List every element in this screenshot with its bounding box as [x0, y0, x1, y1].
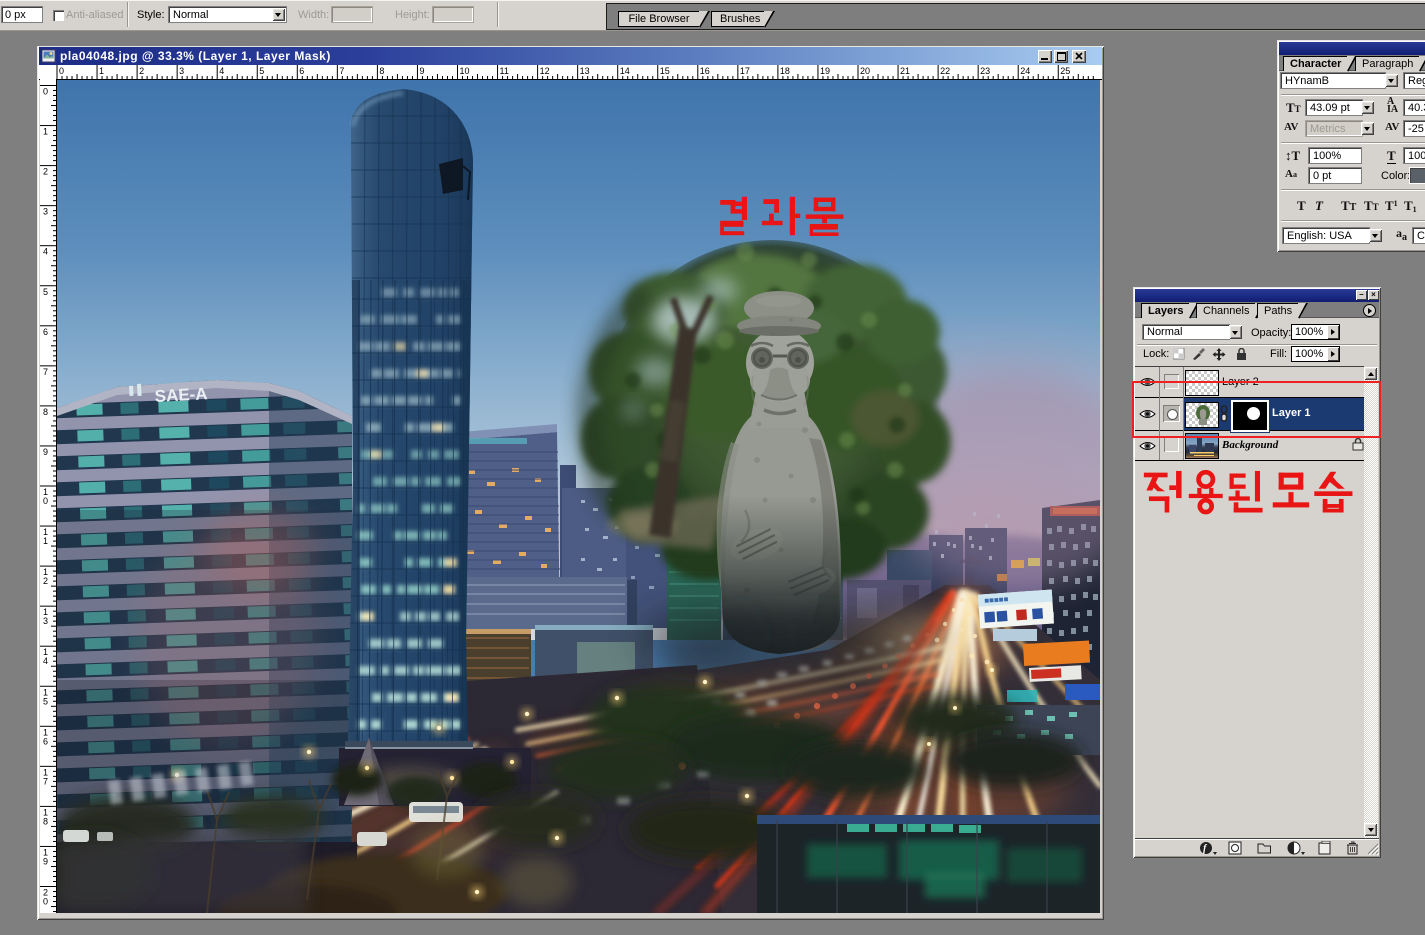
svg-text:5: 5 [259, 66, 264, 76]
svg-text:1: 1 [43, 127, 48, 137]
svg-text:2: 2 [43, 167, 48, 177]
svg-text:24: 24 [1020, 66, 1030, 76]
svg-text:22: 22 [940, 66, 950, 76]
svg-text:5: 5 [43, 696, 48, 706]
svg-text:2: 2 [43, 576, 48, 586]
svg-text:8: 8 [43, 816, 48, 826]
svg-text:15: 15 [660, 66, 670, 76]
svg-text:9: 9 [43, 447, 48, 457]
svg-text:■■■■■: ■■■■■ [984, 595, 1009, 606]
svg-text:5: 5 [43, 287, 48, 297]
svg-text:3: 3 [179, 66, 184, 76]
svg-text:0: 0 [43, 87, 48, 97]
svg-text:0: 0 [59, 66, 64, 76]
svg-text:4: 4 [43, 247, 48, 257]
svg-text:17: 17 [740, 66, 750, 76]
svg-text:7: 7 [43, 367, 48, 377]
svg-text:14: 14 [620, 66, 630, 76]
svg-text:7: 7 [43, 776, 48, 786]
svg-text:3: 3 [43, 207, 48, 217]
svg-text:4: 4 [43, 656, 48, 666]
svg-text:20: 20 [860, 66, 870, 76]
svg-text:◼: ◼ [1015, 605, 1029, 623]
svg-text:9: 9 [419, 66, 424, 76]
svg-text:13: 13 [580, 66, 590, 76]
svg-text:16: 16 [700, 66, 710, 76]
svg-text:2: 2 [139, 66, 144, 76]
svg-text:0: 0 [43, 897, 48, 907]
svg-text:8: 8 [379, 66, 384, 76]
svg-text:7: 7 [339, 66, 344, 76]
svg-text:19: 19 [820, 66, 830, 76]
svg-text:6: 6 [43, 736, 48, 746]
svg-text:6: 6 [43, 327, 48, 337]
svg-text:10: 10 [460, 66, 470, 76]
svg-text:◼: ◼ [1031, 604, 1045, 622]
svg-text:4: 4 [219, 66, 224, 76]
svg-text:8: 8 [43, 407, 48, 417]
svg-text:SAE-A: SAE-A [154, 384, 208, 406]
svg-text:23: 23 [980, 66, 990, 76]
svg-text:21: 21 [900, 66, 910, 76]
svg-text:11: 11 [500, 66, 509, 76]
svg-text:◼◼: ◼◼ [983, 607, 1009, 626]
svg-text:0: 0 [43, 496, 48, 506]
svg-text:1: 1 [99, 66, 104, 76]
svg-text:1: 1 [43, 536, 48, 546]
svg-text:3: 3 [43, 616, 48, 626]
svg-text:12: 12 [540, 66, 550, 76]
svg-text:18: 18 [780, 66, 790, 76]
svg-text:9: 9 [43, 856, 48, 866]
svg-text:25: 25 [1060, 66, 1070, 76]
svg-text:6: 6 [299, 66, 304, 76]
